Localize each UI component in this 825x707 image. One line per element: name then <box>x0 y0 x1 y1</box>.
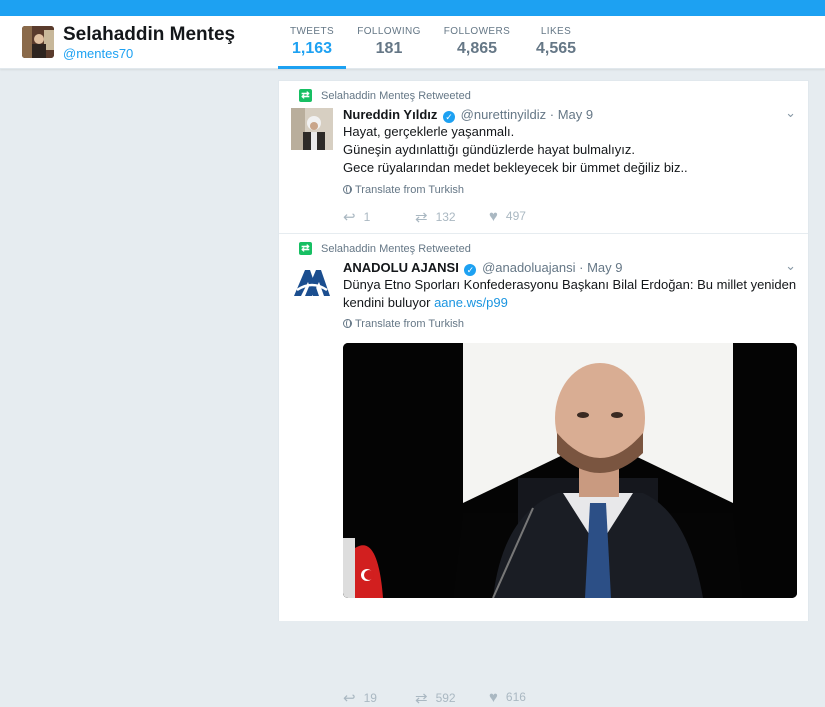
author-fullname[interactable]: Nureddin Yıldız <box>343 107 437 122</box>
reply-icon: ↩ <box>343 690 356 707</box>
profile-name[interactable]: Selahaddin Menteş <box>63 24 235 46</box>
heart-icon: ♥ <box>489 689 498 706</box>
tweet-item[interactable]: ⇄ Selahaddin Menteş Retweeted Nureddin Y… <box>279 81 808 234</box>
retweet-context: ⇄ Selahaddin Menteş Retweeted <box>299 242 471 255</box>
like-button[interactable]: ♥ 497 <box>489 208 526 225</box>
tweet-text-line: Dünya Etno Sporları Konfederasyonu Başka… <box>343 277 797 292</box>
author-avatar[interactable] <box>291 108 333 150</box>
tweet-media-photo[interactable] <box>343 343 797 598</box>
retweeted-by-label: Selahaddin Menteş Retweeted <box>321 90 471 102</box>
retweet-icon: ⇄ <box>299 89 312 102</box>
tweet-text: Hayat, gerçeklerle yaşanmalı. Güneşin ay… <box>343 123 793 177</box>
stat-following-value: 181 <box>375 40 403 57</box>
retweet-button[interactable]: ⇄ 132 <box>415 208 456 226</box>
like-count: 616 <box>505 690 526 704</box>
header-separator: · <box>549 107 555 122</box>
tweet-header: ANADOLU AJANSI ✓ @anadoluajansi · May 9 <box>343 260 623 276</box>
tweet-text-line: Gece rüyalarından medet bekleyecek bir ü… <box>343 160 688 175</box>
retweeted-by-label: Selahaddin Menteş Retweeted <box>321 243 471 255</box>
author-avatar[interactable] <box>291 262 333 304</box>
globe-icon <box>343 185 352 194</box>
retweet-context: ⇄ Selahaddin Menteş Retweeted <box>299 89 471 102</box>
chevron-down-icon[interactable]: ⌄ <box>785 105 796 121</box>
profile-avatar[interactable] <box>22 26 54 58</box>
reply-icon: ↩ <box>343 209 356 226</box>
tweet-stream: ⇄ Selahaddin Menteş Retweeted Nureddin Y… <box>278 80 809 707</box>
author-fullname[interactable]: ANADOLU AJANSI <box>343 260 459 275</box>
author-handle[interactable]: @anadoluajansi <box>482 260 575 275</box>
translate-label: Translate from Turkish <box>355 318 465 330</box>
profile-nav: Selahaddin Menteş @mentes70 TWEETS 1,163… <box>0 16 825 69</box>
reply-count: 1 <box>363 210 371 224</box>
reply-count: 19 <box>363 691 377 705</box>
retweet-icon: ⇄ <box>415 690 428 707</box>
tweet-text-fragment: kendini buluyor <box>343 295 431 310</box>
retweet-count: 132 <box>435 210 456 224</box>
stat-followers[interactable]: FOLLOWERS 4,865 <box>440 16 514 69</box>
stat-likes[interactable]: LIKES 4,565 <box>528 16 584 69</box>
tweet-text-line: Hayat, gerçeklerle yaşanmalı. <box>343 124 515 139</box>
verified-icon: ✓ <box>464 264 477 276</box>
translate-link[interactable]: Translate from Turkish <box>343 184 464 196</box>
top-bar <box>0 0 825 16</box>
stat-tweets-value: 1,163 <box>291 40 333 57</box>
translate-label: Translate from Turkish <box>355 184 465 196</box>
stat-likes-value: 4,565 <box>535 40 577 57</box>
like-button[interactable]: ♥ 616 <box>489 689 526 706</box>
translate-link[interactable]: Translate from Turkish <box>343 318 464 330</box>
chevron-down-icon[interactable]: ⌄ <box>785 258 796 274</box>
retweet-button[interactable]: ⇄ 592 <box>415 689 456 707</box>
stat-tweets[interactable]: TWEETS 1,163 <box>278 16 346 69</box>
stat-followers-value: 4,865 <box>456 40 498 57</box>
retweet-count: 592 <box>435 691 456 705</box>
tweet-text: Dünya Etno Sporları Konfederasyonu Başka… <box>343 276 803 312</box>
verified-icon: ✓ <box>443 111 456 123</box>
stat-following[interactable]: FOLLOWING 181 <box>353 16 425 69</box>
retweet-icon: ⇄ <box>299 242 312 255</box>
heart-icon: ♥ <box>489 208 498 225</box>
tweet-link[interactable]: aane.ws/p99 <box>434 295 508 310</box>
tweet-text-line: Güneşin aydınlattığı gündüzlerde hayat b… <box>343 142 635 157</box>
stat-following-label: FOLLOWING <box>357 26 421 37</box>
reply-button[interactable]: ↩ 19 <box>343 689 377 707</box>
stat-tweets-label: TWEETS <box>289 26 335 37</box>
like-count: 497 <box>505 209 526 223</box>
retweet-icon: ⇄ <box>415 209 428 226</box>
author-handle[interactable]: @nurettinyildiz <box>461 107 546 122</box>
globe-icon <box>343 319 352 328</box>
tweet-timestamp[interactable]: May 9 <box>558 107 593 122</box>
reply-button[interactable]: ↩ 1 <box>343 208 370 226</box>
tweet-item[interactable]: ⇄ Selahaddin Menteş Retweeted ANADOLU AJ… <box>279 234 808 707</box>
tweet-text-line: kendini buluyor aane.ws/p99 <box>343 294 803 312</box>
header-separator: · <box>579 260 584 275</box>
profile-handle[interactable]: @mentes70 <box>63 46 133 61</box>
tweet-header: Nureddin Yıldız ✓ @nurettinyildiz · May … <box>343 107 593 123</box>
stat-likes-label: LIKES <box>540 26 572 37</box>
tweet-timestamp[interactable]: May 9 <box>587 260 622 275</box>
stat-followers-label: FOLLOWERS <box>443 26 511 37</box>
